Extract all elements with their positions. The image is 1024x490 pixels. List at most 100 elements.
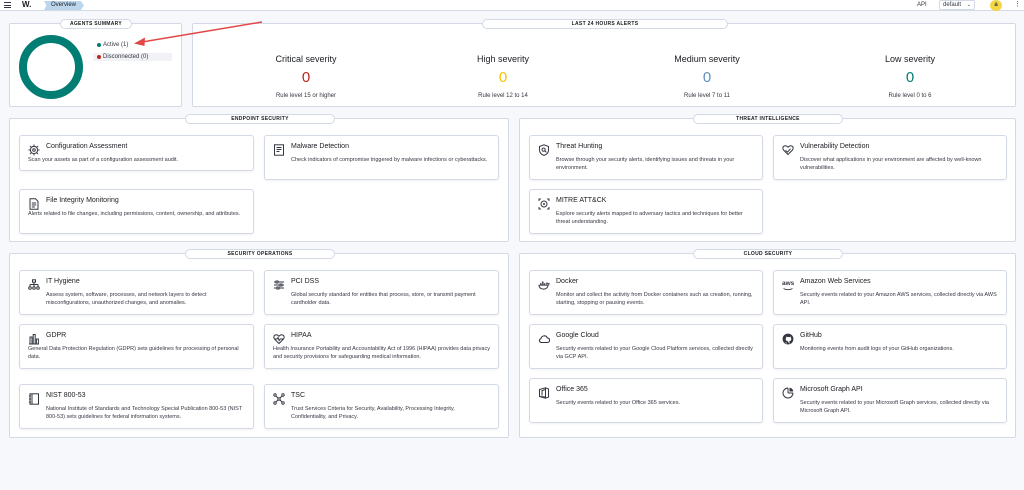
card-docker[interactable]: Docker Monitor and collect the activity …	[529, 270, 763, 315]
card-pci-dss[interactable]: PCI DSS Global security standard for ent…	[264, 270, 499, 315]
card-it-hygiene[interactable]: IT Hygiene Assess system, software, proc…	[19, 270, 254, 315]
bar-chart-icon	[28, 333, 40, 345]
active-label: Active (1)	[103, 42, 129, 48]
card-description: Security events related to your Google C…	[556, 346, 753, 360]
card-title: Configuration Assessment	[46, 143, 128, 150]
card-title: NIST 800-53	[46, 392, 86, 399]
github-icon	[782, 333, 794, 345]
card-nist-800-53[interactable]: NIST 800-53 National Institute of Standa…	[19, 384, 254, 429]
severity-value: 0	[301, 69, 311, 86]
app-logo[interactable]: W.	[22, 0, 31, 10]
card-description: Check indicators of compromise triggered…	[291, 157, 488, 163]
target-icon	[538, 198, 550, 210]
card-description: Security events related to your Office 3…	[556, 400, 681, 406]
card-title: GitHub	[800, 332, 822, 339]
severity-value: 0	[905, 69, 915, 86]
document-icon	[273, 144, 285, 156]
endpoint-security-panel: ENDPOINT SECURITY Configuration Assessme…	[9, 114, 509, 242]
api-link[interactable]: API	[917, 1, 927, 10]
health-icon	[273, 333, 285, 345]
disconnected-label: Disconnected (0)	[103, 54, 149, 60]
active-dot-icon	[97, 43, 101, 47]
card-title: GDPR	[46, 332, 67, 339]
legend-disconnected[interactable]: Disconnected (0)	[93, 53, 172, 61]
card-description: Browse through your security alerts, ide…	[556, 157, 735, 171]
disconnected-dot-icon	[97, 55, 101, 59]
card-description: Health Insurance Portability and Account…	[273, 346, 490, 360]
card-description: Alerts related to file changes, includin…	[28, 211, 241, 217]
menu-icon[interactable]	[4, 2, 11, 8]
avatar[interactable]: a	[990, 0, 1002, 11]
notebook-icon	[28, 393, 40, 405]
card-malware-detection[interactable]: Malware Detection Check indicators of co…	[264, 135, 499, 180]
severity-range: Rule level 0 to 6	[888, 93, 932, 99]
card-configuration-assessment[interactable]: Configuration Assessment Scan your asset…	[19, 135, 254, 171]
card-description: Security events related to your Amazon A…	[800, 292, 997, 306]
sliders-icon	[273, 279, 285, 291]
severity-label: Medium severity	[674, 54, 740, 64]
context-selector[interactable]: default ⌄	[939, 0, 975, 10]
nodes-icon	[273, 393, 285, 405]
chevron-down-icon: ⌄	[966, 2, 971, 8]
card-title: IT Hygiene	[46, 278, 80, 285]
card-file-integrity-monitoring[interactable]: File Integrity Monitoring Alerts related…	[19, 189, 254, 234]
card-office-365[interactable]: Office 365 Security events related to yo…	[529, 378, 763, 423]
card-title: Threat Hunting	[556, 143, 603, 150]
card-hipaa[interactable]: HIPAA Health Insurance Portability and A…	[264, 324, 499, 369]
card-amazon-web-services[interactable]: aws Amazon Web Services Security events …	[773, 270, 1007, 315]
google-cloud-icon	[538, 333, 550, 345]
cloud-security-panel: CLOUD SECURITY Docker Monitor and collec…	[519, 249, 1016, 438]
agents-donut-chart[interactable]	[19, 35, 83, 99]
aws-icon-text: aws	[782, 280, 795, 287]
card-description: General Data Protection Regulation (GDPR…	[28, 346, 239, 360]
card-vulnerability-detection[interactable]: Vulnerability Detection Discover what ap…	[773, 135, 1007, 180]
file-icon	[28, 198, 40, 210]
card-title: Office 365	[556, 386, 588, 393]
card-title: MITRE ATT&CK	[556, 197, 607, 204]
card-description: Discover what applications in your envir…	[800, 157, 982, 171]
office365-icon	[538, 387, 550, 399]
agents-summary-title: AGENTS SUMMARY	[60, 19, 132, 29]
threat-intelligence-title: THREAT INTELLIGENCE	[693, 114, 843, 124]
microsoft-graph-icon	[782, 387, 794, 399]
card-description: Explore security alerts mapped to advers…	[556, 211, 743, 225]
card-gdpr[interactable]: GDPR General Data Protection Regulation …	[19, 324, 254, 369]
card-threat-hunting[interactable]: Threat Hunting Browse through your secur…	[529, 135, 763, 180]
card-mitre-attack[interactable]: MITRE ATT&CK Explore security alerts map…	[529, 189, 763, 234]
card-title: Vulnerability Detection	[800, 143, 870, 150]
agents-summary-panel: AGENTS SUMMARY Active (1) Disconnected (…	[9, 19, 182, 107]
card-description: National Institute of Standards and Tech…	[46, 406, 243, 420]
card-description: Global security standard for entities th…	[291, 292, 476, 306]
threat-intelligence-panel: THREAT INTELLIGENCE Threat Hunting Brows…	[519, 114, 1016, 242]
card-description: Scan your assets as part of a configurat…	[28, 157, 179, 163]
shield-search-icon	[538, 144, 550, 156]
alerts-panel: LAST 24 HOURS ALERTS Critical severity 0…	[192, 19, 1016, 107]
severity-label: Low severity	[884, 54, 936, 64]
network-icon	[28, 279, 40, 291]
card-github[interactable]: GitHub Monitoring events from audit logs…	[773, 324, 1007, 369]
card-google-cloud[interactable]: Google Cloud Security events related to …	[529, 324, 763, 369]
card-description: Trust Services Criteria for Security, Av…	[291, 406, 455, 420]
severity-range: Rule level 7 to 11	[684, 93, 730, 99]
card-title: Amazon Web Services	[800, 278, 871, 285]
context-value: default	[943, 2, 962, 8]
card-description: Monitor and collect the activity from Do…	[556, 292, 753, 306]
card-title: HIPAA	[291, 332, 312, 339]
breadcrumb-overview[interactable]: Overview	[44, 1, 85, 10]
card-title: TSC	[291, 392, 305, 399]
card-tsc[interactable]: TSC Trust Services Criteria for Security…	[264, 384, 499, 429]
card-title: Microsoft Graph API	[800, 386, 863, 393]
severity-value: 0	[702, 69, 712, 86]
legend-active[interactable]: Active (1)	[93, 41, 172, 49]
card-microsoft-graph-api[interactable]: Microsoft Graph API Security events rela…	[773, 378, 1007, 423]
card-title: Malware Detection	[291, 143, 349, 150]
more-options-icon[interactable]: ⋮	[1014, 0, 1021, 10]
cloud-security-title: CLOUD SECURITY	[693, 249, 843, 259]
top-bar: W. Overview API default ⌄ a ⋮	[0, 0, 1024, 11]
severity-range: Rule level 15 or higher	[275, 93, 337, 99]
security-operations-title: SECURITY OPERATIONS	[185, 249, 335, 259]
alerts-title: LAST 24 HOURS ALERTS	[482, 19, 728, 29]
card-title: File Integrity Monitoring	[46, 197, 119, 204]
docker-icon	[538, 279, 550, 291]
severity-range: Rule level 12 to 14	[478, 93, 528, 99]
